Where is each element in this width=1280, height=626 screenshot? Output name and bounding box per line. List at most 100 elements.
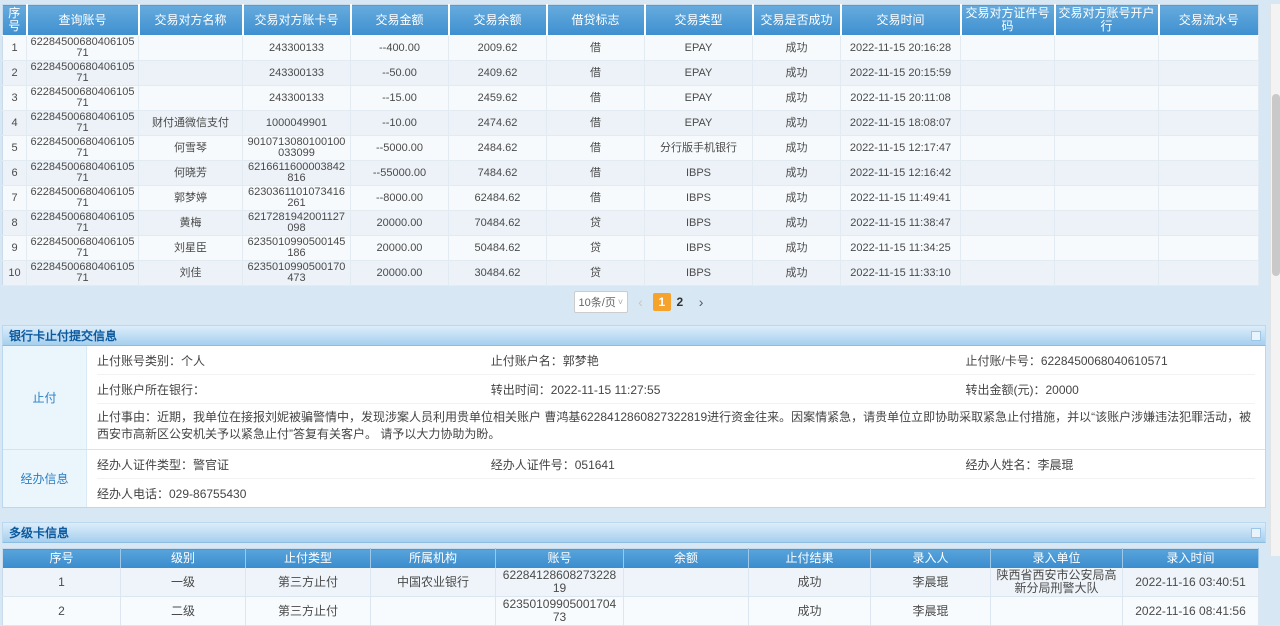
cell: --15.00 [351, 86, 449, 111]
cell: 2022-11-15 12:17:47 [841, 136, 961, 161]
cell: EPAY [645, 111, 753, 136]
cell: 5 [3, 136, 27, 161]
prev-page-button[interactable]: ‹ [635, 293, 646, 311]
pagination: 10条/页 ˅ ‹ 12 › [0, 290, 1280, 314]
field: 转出金额(元)：20000 [965, 381, 1255, 398]
multi-card-section: 多级卡信息 序号级别止付类型所属机构账号余额止付结果录入人录入单位录入时间1一级… [2, 522, 1266, 626]
scrollbar-thumb[interactable] [1272, 94, 1280, 276]
cell: --50.00 [351, 61, 449, 86]
column-header: 余额 [624, 549, 749, 569]
cell: 借 [547, 186, 645, 211]
cell: 7484.62 [449, 161, 547, 186]
field: 经办人证件类型：警官证 [97, 456, 491, 473]
page-button-2[interactable]: 2 [671, 293, 689, 311]
collapse-icon[interactable] [1251, 528, 1261, 538]
cell: 刘星臣 [139, 236, 243, 261]
cell: 6235010990500170473 [243, 261, 351, 286]
cell: EPAY [645, 86, 753, 111]
cell: 62484.62 [449, 186, 547, 211]
cell: 2022-11-15 11:34:25 [841, 236, 961, 261]
cell: 陕西省西安市公安局高新分局刑警大队 [991, 568, 1123, 597]
field: 转出时间：2022-11-15 11:27:55 [491, 381, 966, 398]
column-header: 交易对方名称 [139, 5, 243, 36]
column-header: 交易类型 [645, 5, 753, 36]
cell: 6230361101073416261 [243, 186, 351, 211]
cell: 借 [547, 86, 645, 111]
column-header: 级别 [121, 549, 246, 569]
cell: 6228450068040610571 [27, 86, 139, 111]
cell: 1 [3, 36, 27, 61]
cell [961, 211, 1055, 236]
cell: 中国农业银行 [371, 568, 496, 597]
cell: 7 [3, 186, 27, 211]
vertical-scrollbar[interactable] [1270, 4, 1280, 556]
chevron-down-icon: ˅ [618, 297, 623, 307]
cell: --10.00 [351, 111, 449, 136]
column-header: 交易流水号 [1159, 5, 1259, 36]
transaction-row: 96228450068040610571刘星臣62350109905001451… [3, 236, 1259, 261]
column-header: 交易是否成功 [753, 5, 841, 36]
field-row: 止付账号类别：个人止付账户名：郭梦艳止付账/卡号：622845006804061… [97, 346, 1255, 375]
cell: 何雪琴 [139, 136, 243, 161]
cell: 2022-11-15 11:38:47 [841, 211, 961, 236]
info-group-label: 经办信息 [3, 450, 87, 507]
collapse-icon[interactable] [1251, 331, 1261, 341]
cell: 6228450068040610571 [27, 36, 139, 61]
column-header: 录入时间 [1123, 549, 1259, 569]
cell: 2022-11-16 03:40:51 [1123, 568, 1259, 597]
cell: --8000.00 [351, 186, 449, 211]
next-page-button[interactable]: › [696, 293, 707, 311]
cell: 20000.00 [351, 236, 449, 261]
cell: 黄梅 [139, 211, 243, 236]
column-header: 序号 [3, 549, 121, 569]
cell [961, 111, 1055, 136]
cell [961, 161, 1055, 186]
cell [1159, 86, 1259, 111]
cell: 成功 [753, 136, 841, 161]
column-header: 录入单位 [991, 549, 1123, 569]
field-row: 经办人证件类型：警官证经办人证件号：051641经办人姓名：李晨琨 [97, 450, 1255, 479]
cell [1055, 186, 1159, 211]
transactions-table-wrap: 序号查询账号交易对方名称交易对方账卡号交易金额交易余额借贷标志交易类型交易是否成… [2, 4, 1266, 286]
cell [961, 36, 1055, 61]
cell [1055, 136, 1159, 161]
cell: 借 [547, 36, 645, 61]
cell: 6 [3, 161, 27, 186]
cell: --400.00 [351, 36, 449, 61]
column-header: 交易时间 [841, 5, 961, 36]
info-group-content: 止付账号类别：个人止付账户名：郭梦艳止付账/卡号：622845006804061… [87, 346, 1265, 449]
transaction-row: 86228450068040610571黄梅621728194200112709… [3, 211, 1259, 236]
cell [1055, 36, 1159, 61]
cell: 6228450068040610571 [27, 186, 139, 211]
cell: 6228450068040610571 [27, 161, 139, 186]
cell: 1 [3, 568, 121, 597]
cell: 何晓芳 [139, 161, 243, 186]
header-row: 序号查询账号交易对方名称交易对方账卡号交易金额交易余额借贷标志交易类型交易是否成… [3, 5, 1259, 36]
cell [139, 36, 243, 61]
field: 止付账户名：郭梦艳 [491, 352, 966, 369]
cell [1159, 61, 1259, 86]
info-group: 止付止付账号类别：个人止付账户名：郭梦艳止付账/卡号：6228450068040… [3, 346, 1265, 450]
transaction-row: 76228450068040610571郭梦婷62303611010734162… [3, 186, 1259, 211]
cell: 成功 [753, 111, 841, 136]
cell: EPAY [645, 36, 753, 61]
cell: 243300133 [243, 86, 351, 111]
cell: 成功 [753, 211, 841, 236]
cell: 6228450068040610571 [27, 111, 139, 136]
cell: 30484.62 [449, 261, 547, 286]
cell [961, 186, 1055, 211]
transaction-row: 26228450068040610571243300133--50.002409… [3, 61, 1259, 86]
field: 止付账户所在银行： [97, 381, 491, 398]
cell [1055, 261, 1159, 286]
page-size-select[interactable]: 10条/页 ˅ [574, 291, 629, 313]
cell: 2022-11-15 11:49:41 [841, 186, 961, 211]
column-header: 交易对方证件号码 [961, 5, 1055, 36]
cell: 贷 [547, 211, 645, 236]
cell: IBPS [645, 211, 753, 236]
column-header: 止付结果 [749, 549, 871, 569]
page-button-1[interactable]: 1 [653, 293, 671, 311]
cell: 2022-11-15 20:16:28 [841, 36, 961, 61]
cell: 6235010990500145186 [243, 236, 351, 261]
cell: 成功 [749, 597, 871, 626]
cell: 2 [3, 61, 27, 86]
